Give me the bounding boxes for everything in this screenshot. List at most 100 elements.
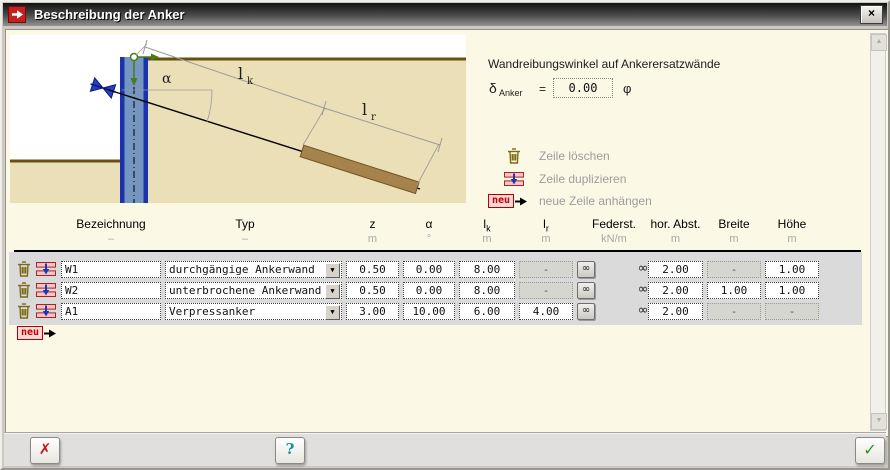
header-breite: Breite: [707, 217, 761, 231]
chevron-down-icon: ▼: [326, 285, 339, 297]
dialog-window: Beschreibung der Anker ×: [0, 0, 890, 470]
delete-row-button[interactable]: [17, 303, 31, 324]
lk-input[interactable]: 6.00: [459, 303, 515, 320]
bezeichnung-input[interactable]: W2: [61, 282, 161, 299]
cancel-x-icon: ✗: [39, 440, 52, 458]
cancel-button[interactable]: ✗: [30, 437, 60, 464]
friction-title: Wandreibungswinkel auf Ankerersatzwände: [488, 57, 720, 71]
phi-symbol: φ: [623, 81, 631, 96]
unit-hoehe: m: [765, 233, 819, 245]
header-lk: lk: [459, 217, 515, 233]
close-icon: ×: [868, 6, 875, 20]
unit-federst: kN/m: [572, 233, 656, 245]
lr-sub-label: r: [371, 112, 376, 123]
footer-bar: ✗ ? ✓: [4, 432, 886, 466]
unit-alpha: °: [403, 233, 455, 245]
app-arrow-icon: [8, 6, 26, 23]
ok-button[interactable]: ✓: [855, 437, 885, 464]
hoehe-input[interactable]: 1.00: [765, 261, 819, 278]
delete-row-button[interactable]: [17, 282, 31, 303]
header-lr: lr: [519, 217, 573, 233]
typ-select[interactable]: Verpressanker ▼: [165, 303, 342, 320]
unit-lk: m: [459, 233, 515, 245]
hoehe-input[interactable]: 1.00: [765, 282, 819, 299]
dropdown-button[interactable]: ▼: [325, 263, 340, 278]
z-input[interactable]: 3.00: [346, 303, 399, 320]
header-hoehe: Höhe: [765, 217, 819, 231]
lk-sub-label: k: [247, 76, 254, 87]
duplicate-row-button[interactable]: [36, 262, 56, 281]
infinity-button[interactable]: ∞: [577, 282, 595, 299]
help-button[interactable]: ?: [275, 437, 305, 464]
alpha-input[interactable]: 0.00: [403, 282, 455, 299]
chevron-down-icon: ▼: [326, 264, 339, 276]
alpha-label: α: [162, 71, 172, 87]
lk-label: l: [238, 64, 243, 83]
chevron-down-icon: ▼: [326, 306, 339, 318]
vertical-scrollbar[interactable]: ▲ ▼: [870, 33, 886, 431]
lr-input[interactable]: 4.00: [519, 303, 573, 320]
dropdown-button[interactable]: ▼: [325, 284, 340, 299]
delta-subscript: Anker: [499, 88, 523, 98]
z-input[interactable]: 0.50: [346, 282, 399, 299]
dropdown-button[interactable]: ▼: [325, 305, 340, 320]
legend-duplicate-label: Zeile duplizieren: [539, 172, 626, 186]
new-row-icon: neu: [17, 326, 43, 340]
alpha-input[interactable]: 10.00: [403, 303, 455, 320]
infinity-button[interactable]: ∞: [577, 261, 595, 278]
lk-input[interactable]: 8.00: [459, 282, 515, 299]
unit-bezeichnung: –: [61, 233, 161, 245]
infinity-icon: ∞: [582, 284, 590, 295]
hor-abst-input[interactable]: 2.00: [648, 282, 703, 299]
title-bar: Beschreibung der Anker ×: [3, 3, 887, 26]
hor-abst-input[interactable]: 2.00: [648, 303, 703, 320]
delta-symbol: δ: [489, 80, 497, 96]
legend-delete-label: Zeile löschen: [539, 149, 610, 163]
lr-input: -: [519, 282, 573, 299]
arrow-right-icon: [44, 329, 56, 338]
legend-duplicate: Zeile duplizieren: [488, 170, 626, 188]
down-arrow-icon: ▼: [876, 417, 883, 424]
breite-input: -: [707, 303, 761, 320]
close-button[interactable]: ×: [860, 5, 883, 24]
scroll-up-button[interactable]: ▲: [871, 34, 887, 51]
z-input[interactable]: 0.50: [346, 261, 399, 278]
infinity-icon: ∞: [582, 263, 590, 274]
header-typ: Typ: [165, 217, 325, 231]
lr-input: -: [519, 261, 573, 278]
new-row-icon: neu: [488, 194, 539, 208]
trash-icon: [488, 148, 539, 164]
alpha-input[interactable]: 0.00: [403, 261, 455, 278]
bezeichnung-input[interactable]: A1: [61, 303, 161, 320]
up-arrow-icon: ▲: [876, 38, 883, 45]
delta-anker-input[interactable]: 0.00: [553, 78, 613, 98]
header-bezeichnung: Bezeichnung: [61, 217, 161, 231]
duplicate-row-button[interactable]: [36, 283, 56, 302]
typ-select[interactable]: durchgängige Ankerwand ▼: [165, 261, 342, 278]
table-row: W1 durchgängige Ankerwand ▼ 0.50 0.00 8.…: [6, 260, 864, 281]
delete-row-button[interactable]: [17, 261, 31, 282]
bezeichnung-input[interactable]: W1: [61, 261, 161, 278]
header-z: z: [346, 217, 399, 231]
unit-breite: m: [707, 233, 761, 245]
unit-typ: –: [165, 233, 325, 245]
duplicate-row-button[interactable]: [36, 304, 56, 323]
lr-label: l: [362, 100, 367, 119]
content-area: α l k l r Wandreibungswinkel auf Ankerer…: [5, 29, 889, 437]
hoehe-input: -: [765, 303, 819, 320]
scroll-down-button[interactable]: ▼: [871, 413, 887, 430]
check-icon: ✓: [863, 440, 876, 459]
duplicate-row-icon: [488, 172, 539, 186]
header-hor-abst: hor. Abst.: [648, 217, 703, 231]
infinity-button[interactable]: ∞: [577, 303, 595, 320]
unit-hor-abst: m: [648, 233, 703, 245]
soil-left: [10, 162, 120, 203]
hor-abst-input[interactable]: 2.00: [648, 261, 703, 278]
breite-input: -: [707, 261, 761, 278]
table-row: A1 Verpressanker ▼ 3.00 10.00 6.00 4.00 …: [6, 302, 864, 323]
legend-append-label: neue Zeile anhängen: [539, 194, 652, 208]
lk-input[interactable]: 8.00: [459, 261, 515, 278]
breite-input[interactable]: 1.00: [707, 282, 761, 299]
typ-select[interactable]: unterbrochene Ankerwand ▼: [165, 282, 342, 299]
append-row-button[interactable]: neu: [17, 326, 56, 340]
